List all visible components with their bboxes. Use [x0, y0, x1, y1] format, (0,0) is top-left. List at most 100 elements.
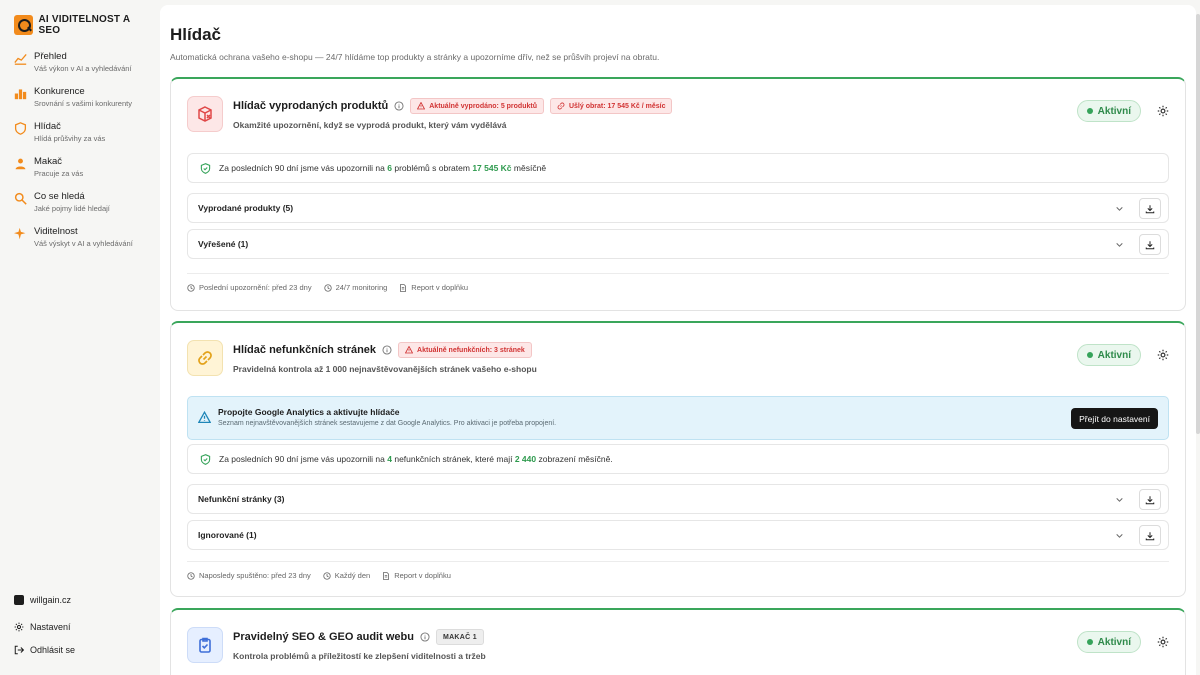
main-content: Hlídač Automatická ochrana vašeho e-shop…: [160, 5, 1196, 675]
card-broken-pages: Hlídač nefunkčních stránek Aktuálně nefu…: [170, 321, 1186, 597]
sidebar-item-prehled[interactable]: Přehled Váš výkon v AI a vyhledávání: [0, 50, 160, 85]
summary-text: Za posledních 90 dní jsme vás upozornili…: [219, 454, 613, 464]
sidebar: AI VIDITELNOST A SEO Přehled Váš výkon v…: [0, 0, 160, 675]
info-icon[interactable]: [394, 101, 404, 111]
status-badge[interactable]: Aktivní: [1076, 631, 1141, 653]
chevron-down-icon[interactable]: [1115, 531, 1124, 540]
chevron-down-icon[interactable]: [1115, 240, 1124, 249]
logout-link[interactable]: Odhlásit se: [14, 638, 149, 661]
download-button[interactable]: [1139, 234, 1161, 255]
status-label: Aktivní: [1097, 349, 1131, 361]
warning-icon: [417, 102, 426, 110]
ga-connect-alert: Propojte Google Analytics a aktivujte hl…: [187, 396, 1169, 440]
sold-out-badge: Aktuálně vyprodáno: 5 produktů: [410, 98, 544, 114]
download-icon: [1145, 204, 1155, 213]
summary-text: Za posledních 90 dní jsme vás upozornili…: [219, 163, 547, 173]
worker-icon: [14, 157, 27, 170]
sidebar-item-viditelnost[interactable]: Viditelnost Váš výskyt v AI a vyhledáván…: [0, 225, 160, 260]
footer-last-alert: Poslední upozornění: před 23 dny: [187, 283, 312, 292]
summary-box: Za posledních 90 dní jsme vás upozornili…: [187, 444, 1169, 474]
clock-icon: [323, 571, 331, 580]
sidebar-item-makac[interactable]: Makač Pracuje za vás: [0, 155, 160, 190]
sidebar-item-label: Konkurence: [34, 86, 85, 97]
accordion-sold-out[interactable]: Vyprodané produkty (5): [187, 193, 1169, 223]
go-to-settings-button[interactable]: Přejít do nastavení: [1071, 408, 1158, 429]
footer-report[interactable]: Report v doplňku: [399, 283, 468, 292]
badge-label: Aktuálně vyprodáno: 5 produktů: [429, 102, 537, 110]
settings-link[interactable]: Nastavení: [14, 615, 149, 638]
brand-icon: [14, 594, 24, 605]
accordion-label: Vyřešené (1): [198, 239, 249, 249]
download-button[interactable]: [1139, 489, 1161, 510]
download-button[interactable]: [1139, 198, 1161, 219]
accordion-resolved[interactable]: Vyřešené (1): [187, 229, 1169, 259]
chart-line-icon: [14, 52, 27, 65]
scrollbar[interactable]: [1196, 14, 1200, 434]
chevron-down-icon[interactable]: [1115, 204, 1124, 213]
card-title: Hlídač nefunkčních stránek: [233, 344, 377, 356]
status-dot: [1086, 352, 1093, 358]
accordion-ignored[interactable]: Ignorované (1): [187, 520, 1169, 550]
gear-icon: [14, 622, 24, 632]
sidebar-item-co-se-hleda[interactable]: Co se hledá Jaké pojmy lidé hledají: [0, 190, 160, 225]
footer-last-run: Naposledy spuštěno: před 23 dny: [187, 571, 311, 580]
alert-text: Seznam nejnavštěvovanějších stránek sest…: [218, 420, 557, 427]
card-footer: Naposledy spuštěno: před 23 dny Každý de…: [187, 561, 1169, 583]
logo-text: AI VIDITELNOST A SEO: [38, 14, 130, 36]
brand-link[interactable]: willgain.cz: [14, 588, 149, 611]
makac-badge: MAKAČ 1: [435, 629, 484, 645]
download-button[interactable]: [1139, 525, 1161, 546]
sidebar-item-label: Přehled: [34, 51, 67, 62]
logout-icon: [14, 645, 24, 655]
document-icon: [400, 283, 407, 292]
footer-frequency: Každý den: [323, 571, 370, 580]
link-icon: [557, 102, 565, 110]
card-sold-out-products: Hlídač vyprodaných produktů Aktuálně vyp…: [170, 77, 1186, 311]
status-badge[interactable]: Aktivní: [1076, 100, 1141, 122]
warning-icon: [198, 411, 211, 424]
page-subtitle: Automatická ochrana vašeho e-shopu — 24/…: [170, 52, 660, 62]
footer-report[interactable]: Report v doplňku: [382, 571, 451, 580]
status-badge[interactable]: Aktivní: [1076, 344, 1141, 366]
accordion-label: Ignorované (1): [198, 530, 257, 540]
chevron-down-icon[interactable]: [1115, 495, 1124, 504]
gear-icon[interactable]: [1157, 349, 1169, 361]
clock-icon: [187, 283, 195, 292]
sidebar-item-hlidac[interactable]: Hlídač Hlídá průšvihy za vás: [0, 120, 160, 155]
sidebar-item-sub: Srovnání s vašimi konkurenty: [34, 99, 132, 108]
sidebar-item-sub: Váš výskyt v AI a vyhledávání: [34, 239, 133, 248]
sidebar-item-sub: Váš výkon v AI a vyhledávání: [34, 64, 132, 73]
download-icon: [1145, 240, 1155, 249]
sidebar-item-sub: Jaké pojmy lidé hledají: [34, 204, 110, 213]
status-label: Aktivní: [1097, 105, 1131, 117]
info-icon[interactable]: [420, 632, 430, 642]
accordion-label: Vyprodané produkty (5): [198, 203, 294, 213]
card-seo-audit: Pravidelný SEO & GEO audit webu MAKAČ 1 …: [170, 608, 1186, 675]
settings-label: Nastavení: [30, 621, 71, 632]
broken-pages-badge: Aktuálně nefunkčních: 3 stránek: [398, 342, 532, 358]
card-title: Pravidelný SEO & GEO audit webu: [233, 631, 414, 643]
sidebar-nav: Přehled Váš výkon v AI a vyhledávání Kon…: [0, 50, 160, 260]
sidebar-item-konkurence[interactable]: Konkurence Srovnání s vašimi konkurenty: [0, 85, 160, 120]
download-icon: [1145, 495, 1155, 504]
shield-check-icon: [200, 453, 211, 465]
warning-icon: [405, 346, 414, 354]
accordion-label: Nefunkční stránky (3): [198, 494, 285, 504]
card-description: Okamžité upozornění, když se vyprodá pro…: [233, 120, 507, 130]
lost-revenue-badge: Ušlý obrat: 17 545 Kč / měsíc: [549, 98, 673, 114]
accordion-broken-pages[interactable]: Nefunkční stránky (3): [187, 484, 1169, 514]
sidebar-bottom: willgain.cz Nastavení Odhlásit se: [14, 588, 149, 661]
app-logo[interactable]: AI VIDITELNOST A SEO: [0, 14, 160, 36]
sidebar-item-sub: Hlídá průšvihy za vás: [34, 134, 106, 143]
clipboard-check-icon: [187, 627, 223, 663]
page-title: Hlídač: [170, 25, 222, 44]
card-header: Hlídač vyprodaných produktů Aktuálně vyp…: [187, 96, 1169, 132]
bar-chart-icon: [14, 87, 27, 100]
gear-icon[interactable]: [1157, 105, 1169, 117]
gear-icon[interactable]: [1157, 636, 1169, 648]
status-dot: [1086, 639, 1093, 645]
card-description: Kontrola problémů a příležitostí ke zlep…: [233, 651, 486, 661]
download-icon: [1145, 531, 1155, 540]
info-icon[interactable]: [382, 345, 392, 355]
sidebar-item-sub: Pracuje za vás: [34, 169, 84, 178]
